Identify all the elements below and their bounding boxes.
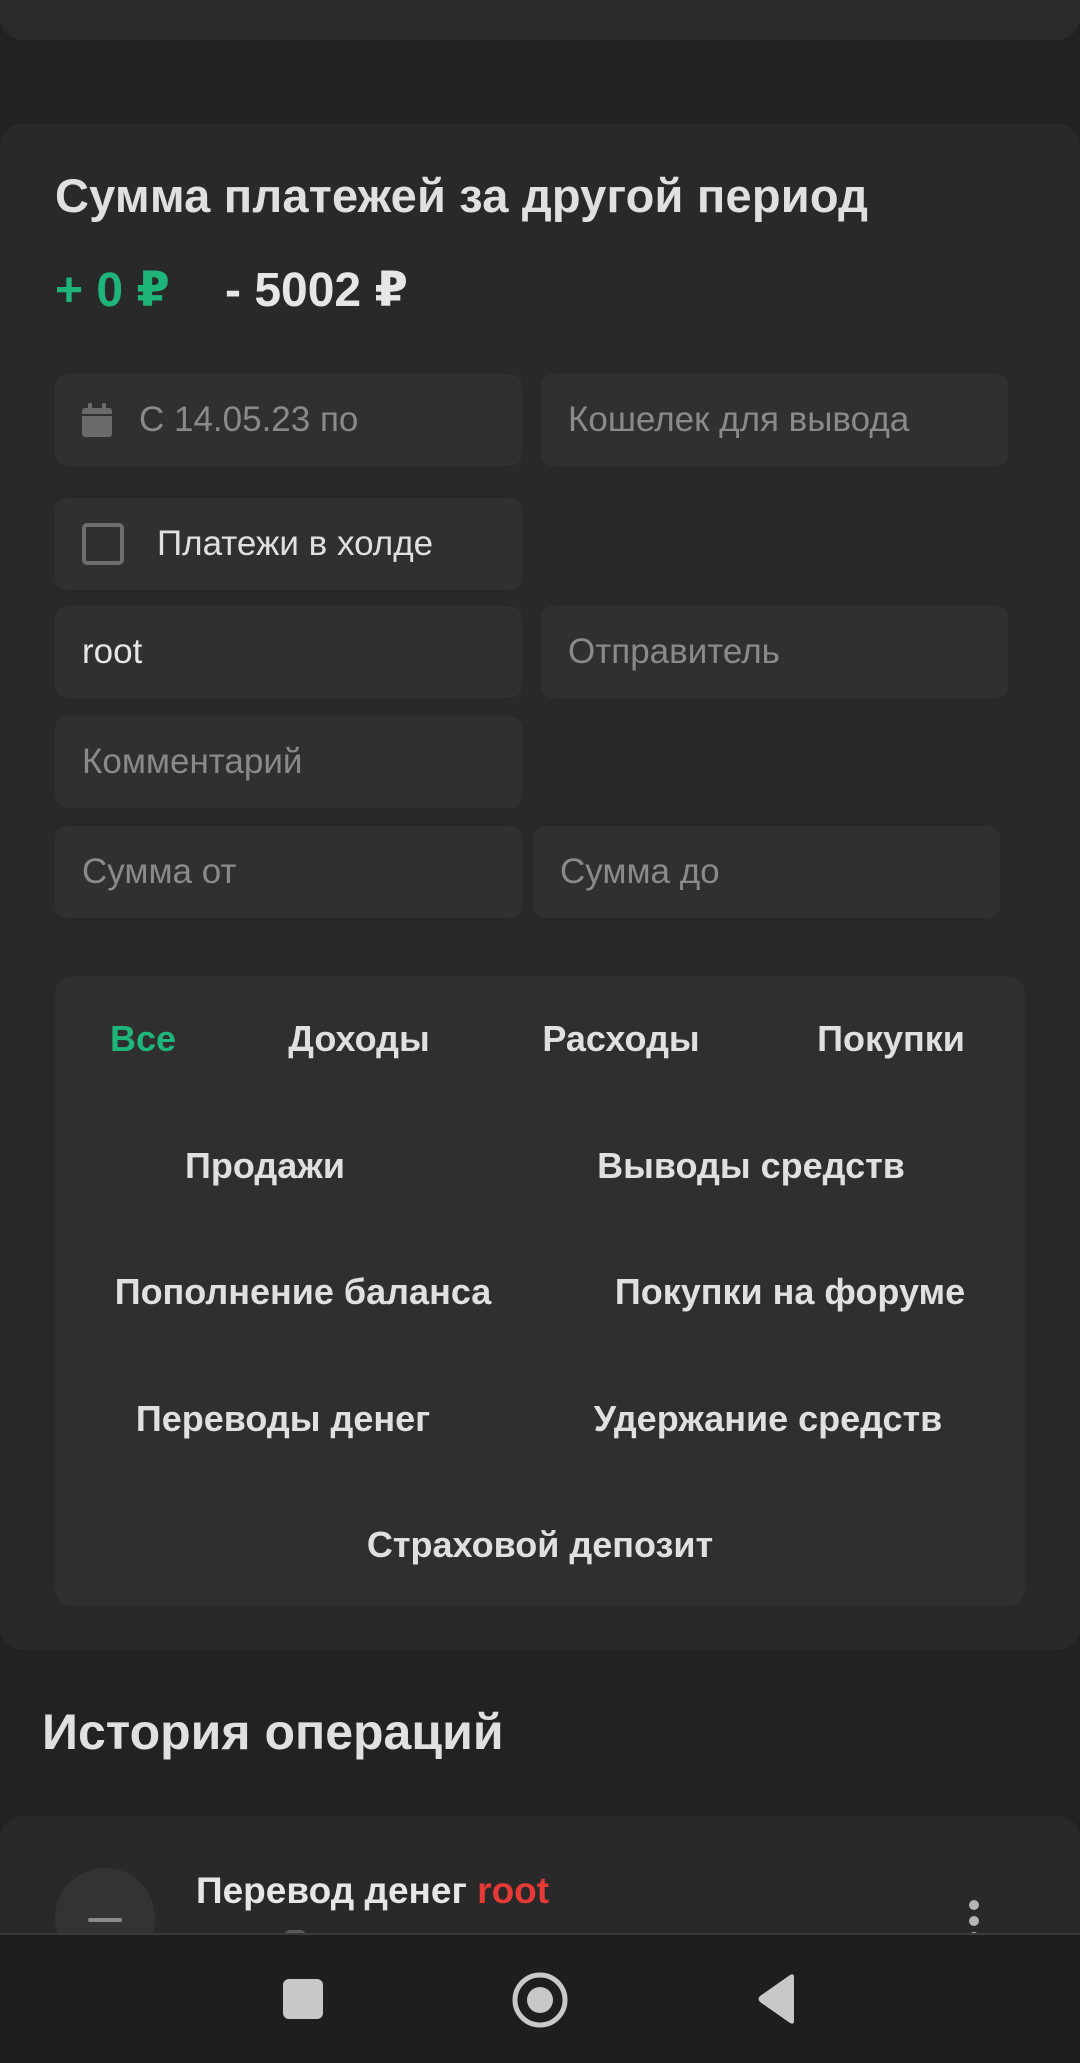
tab-balance-topup[interactable]: Пополнение баланса <box>115 1271 492 1313</box>
minus-icon <box>88 1918 122 1922</box>
operation-title: Перевод денег root <box>196 1870 549 1912</box>
summary-title: Сумма платежей за другой период <box>55 169 869 222</box>
expense-sum: - 5002 ₽ <box>225 264 408 317</box>
tab-funds-hold[interactable]: Удержание средств <box>594 1398 943 1440</box>
hold-payments-checkbox[interactable]: Платежи в холде <box>55 498 522 590</box>
hold-checkbox-label: Платежи в холде <box>157 524 434 563</box>
operation-user-link[interactable]: root <box>477 1870 549 1911</box>
tab-insurance-deposit[interactable]: Страховой депозит <box>367 1524 713 1566</box>
previous-card <box>0 0 1080 40</box>
date-range-text: С 14.05.23 по <box>139 400 359 439</box>
screen: Сумма платежей за другой период + 0 ₽ - … <box>0 0 1080 2063</box>
tab-sales[interactable]: Продажи <box>185 1145 345 1187</box>
wallet-field[interactable]: Кошелек для вывода <box>541 374 1008 466</box>
calendar-icon <box>82 403 112 437</box>
back-triangle-icon[interactable] <box>756 1973 798 2025</box>
history-title: История операций <box>42 1704 504 1760</box>
user-field[interactable]: root <box>55 606 522 698</box>
system-navigation-bar <box>0 1933 1080 2063</box>
tab-money-transfers[interactable]: Переводы денег <box>136 1398 430 1440</box>
date-range-field[interactable]: С 14.05.23 по <box>55 374 522 466</box>
income-sum: + 0 ₽ <box>55 264 170 317</box>
tab-purchases[interactable]: Покупки <box>817 1018 965 1060</box>
tab-expenses[interactable]: Расходы <box>542 1018 699 1060</box>
sender-field[interactable]: Отправитель <box>541 606 1008 698</box>
amount-to-field[interactable]: Сумма до <box>533 826 1000 918</box>
comment-field[interactable]: Комментарий <box>55 716 522 808</box>
amount-from-field[interactable]: Сумма от <box>55 826 522 918</box>
tab-forum-purchases[interactable]: Покупки на форуме <box>615 1271 965 1313</box>
recents-square-icon[interactable] <box>283 1979 323 2019</box>
tab-income[interactable]: Доходы <box>288 1018 429 1060</box>
home-circle-icon[interactable] <box>512 1972 568 2028</box>
checkbox-icon[interactable] <box>82 523 124 565</box>
operation-type: Перевод денег <box>196 1870 467 1911</box>
tab-all[interactable]: Все <box>110 1018 176 1060</box>
tab-withdrawals[interactable]: Выводы средств <box>597 1145 905 1187</box>
